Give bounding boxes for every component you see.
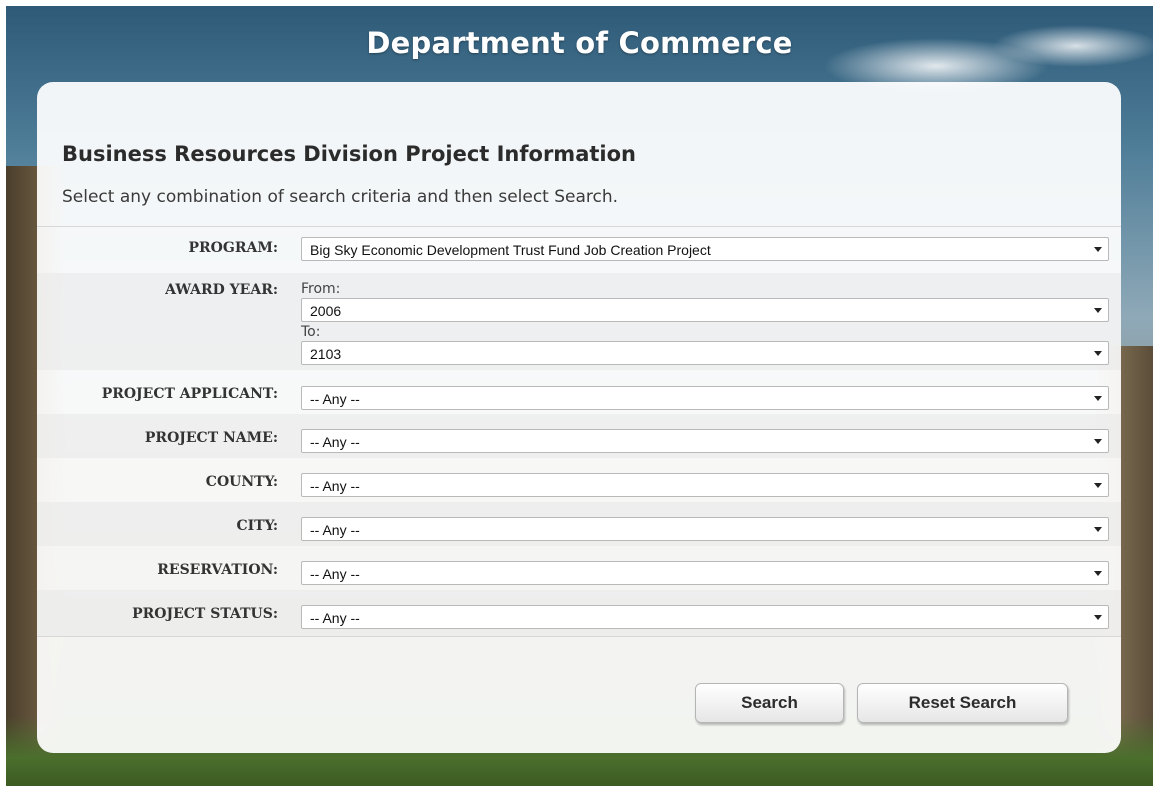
search-button[interactable]: Search (695, 683, 844, 723)
project-applicant-row: PROJECT APPLICANT: -- Any -- (37, 370, 1121, 414)
chevron-down-icon (1094, 571, 1102, 576)
project-name-row: PROJECT NAME: -- Any -- (37, 414, 1121, 458)
search-form-panel: Business Resources Division Project Info… (37, 82, 1121, 753)
program-row: PROGRAM: Big Sky Economic Development Tr… (37, 227, 1121, 273)
project-status-row: PROJECT STATUS: -- Any -- (37, 590, 1121, 636)
chevron-down-icon (1094, 247, 1102, 252)
reservation-label: RESERVATION: (157, 562, 278, 578)
award-year-label: AWARD YEAR: (165, 282, 278, 298)
program-label: PROGRAM: (188, 240, 278, 256)
award-year-to-value: 2103 (310, 346, 342, 362)
reservation-select[interactable]: -- Any -- (301, 561, 1109, 585)
project-status-value: -- Any -- (310, 610, 360, 626)
page-title: Department of Commerce (366, 26, 793, 60)
award-year-from-value: 2006 (310, 303, 342, 319)
chevron-down-icon (1094, 615, 1102, 620)
divider-bottom (37, 636, 1121, 637)
project-name-select[interactable]: -- Any -- (301, 429, 1109, 453)
project-applicant-select[interactable]: -- Any -- (301, 386, 1109, 410)
project-applicant-value: -- Any -- (310, 391, 360, 407)
reservation-value: -- Any -- (310, 566, 360, 582)
county-select[interactable]: -- Any -- (301, 473, 1109, 497)
chevron-down-icon (1094, 439, 1102, 444)
county-value: -- Any -- (310, 478, 360, 494)
reset-search-button[interactable]: Reset Search (857, 683, 1068, 723)
program-select-value: Big Sky Economic Development Trust Fund … (310, 242, 711, 258)
chevron-down-icon (1094, 483, 1102, 488)
award-year-row: AWARD YEAR: From: 2006 To: 2103 (37, 273, 1121, 370)
project-name-value: -- Any -- (310, 434, 360, 450)
county-row: COUNTY: -- Any -- (37, 458, 1121, 502)
city-select[interactable]: -- Any -- (301, 517, 1109, 541)
project-status-label: PROJECT STATUS: (132, 606, 278, 622)
award-year-to-label: To: (301, 324, 321, 340)
award-year-to-select[interactable]: 2103 (301, 341, 1109, 365)
county-label: COUNTY: (205, 474, 278, 490)
project-status-select[interactable]: -- Any -- (301, 605, 1109, 629)
city-value: -- Any -- (310, 522, 360, 538)
chevron-down-icon (1094, 308, 1102, 313)
award-year-from-select[interactable]: 2006 (301, 298, 1109, 322)
project-applicant-label: PROJECT APPLICANT: (101, 386, 278, 402)
chevron-down-icon (1094, 396, 1102, 401)
award-year-from-label: From: (301, 281, 341, 297)
chevron-down-icon (1094, 351, 1102, 356)
form-instructions: Select any combination of search criteri… (62, 187, 619, 207)
program-select[interactable]: Big Sky Economic Development Trust Fund … (301, 237, 1109, 261)
city-row: CITY: -- Any -- (37, 502, 1121, 546)
chevron-down-icon (1094, 527, 1102, 532)
city-label: CITY: (236, 518, 278, 534)
project-name-label: PROJECT NAME: (144, 430, 278, 446)
reservation-row: RESERVATION: -- Any -- (37, 546, 1121, 590)
form-heading: Business Resources Division Project Info… (62, 142, 636, 166)
